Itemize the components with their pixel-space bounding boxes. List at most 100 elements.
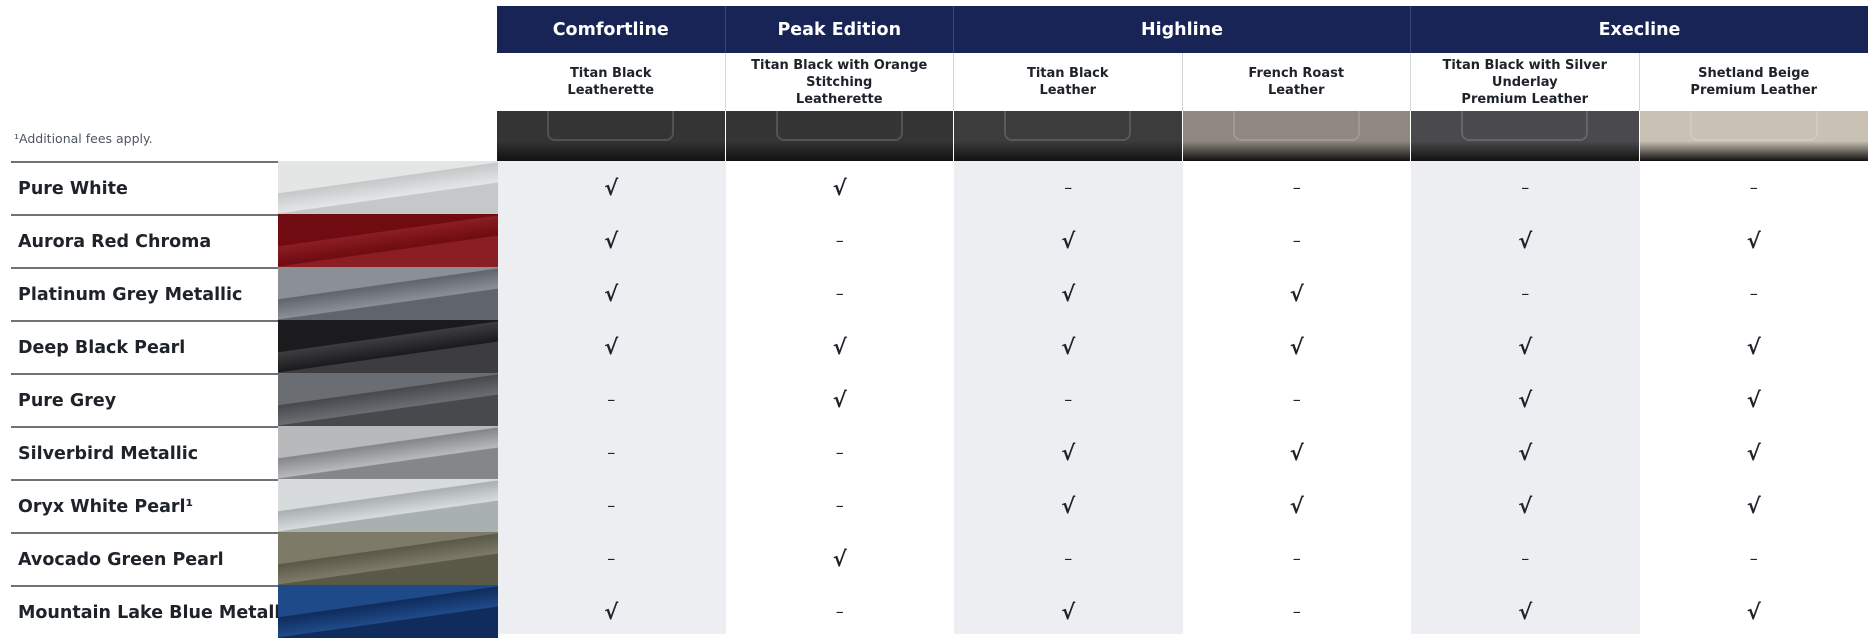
available-check: √: [1640, 320, 1868, 373]
color-name: Mountain Lake Blue Metallic: [18, 587, 273, 638]
interior-swatch: [1183, 111, 1412, 161]
paint-swatch: [278, 426, 498, 479]
not-available-dash: –: [954, 373, 1183, 426]
available-check: √: [954, 426, 1183, 479]
available-check: √: [726, 373, 955, 426]
color-name: Pure White: [18, 163, 273, 214]
available-check: √: [954, 320, 1183, 373]
seat-outline: [1690, 111, 1818, 141]
available-check: √: [726, 320, 955, 373]
available-check: √: [1183, 267, 1412, 320]
not-available-dash: –: [1640, 532, 1868, 585]
color-name: Silverbird Metallic: [18, 428, 273, 479]
color-row: Silverbird Metallic––√√√√: [0, 426, 1868, 479]
color-row: Platinum Grey Metallic√–√√––: [0, 267, 1868, 320]
available-check: √: [954, 585, 1183, 638]
interior-name: French Roast Leather: [1183, 53, 1412, 111]
interior-name: Titan Black with Orange Stitching Leathe…: [726, 53, 955, 111]
interior-swatch: [1640, 111, 1868, 161]
not-available-dash: –: [1640, 161, 1868, 214]
available-check: √: [954, 479, 1183, 532]
not-available-dash: –: [1411, 532, 1640, 585]
color-row: Pure White√√––––: [0, 161, 1868, 214]
not-available-dash: –: [954, 161, 1183, 214]
not-available-dash: –: [1183, 214, 1412, 267]
interior-name: Titan Black with Silver Underlay Premium…: [1411, 53, 1640, 111]
interior-swatch: [726, 111, 955, 161]
interior-swatch: [1411, 111, 1640, 161]
not-available-dash: –: [1640, 267, 1868, 320]
paint-swatch: [278, 320, 498, 373]
available-check: √: [1183, 479, 1412, 532]
not-available-dash: –: [726, 267, 955, 320]
seat-outline: [547, 111, 674, 141]
available-check: √: [726, 532, 955, 585]
trim-execline: Execline: [1411, 6, 1868, 53]
paint-swatch: [278, 214, 498, 267]
paint-swatch: [278, 479, 498, 532]
trim-header-row: ComfortlinePeak EditionHighlineExecline: [497, 6, 1868, 53]
available-check: √: [1640, 214, 1868, 267]
not-available-dash: –: [1411, 267, 1640, 320]
interior-name: Titan Black Leatherette: [497, 53, 726, 111]
color-name: Deep Black Pearl: [18, 322, 273, 373]
not-available-dash: –: [1183, 585, 1412, 638]
trim-peak-edition: Peak Edition: [726, 6, 955, 53]
available-check: √: [1411, 373, 1640, 426]
color-name: Pure Grey: [18, 375, 273, 426]
color-row: Aurora Red Chroma√–√–√√: [0, 214, 1868, 267]
not-available-dash: –: [726, 214, 955, 267]
color-name: Avocado Green Pearl: [18, 534, 273, 585]
available-check: √: [1411, 426, 1640, 479]
color-row: Oryx White Pearl¹––√√√√: [0, 479, 1868, 532]
color-name: Oryx White Pearl¹: [18, 481, 273, 532]
not-available-dash: –: [726, 426, 955, 479]
available-check: √: [726, 161, 955, 214]
trim-comfortline: Comfortline: [497, 6, 726, 53]
seat-outline: [776, 111, 903, 141]
available-check: √: [497, 320, 726, 373]
not-available-dash: –: [497, 426, 726, 479]
interior-swatches-row: [497, 111, 1868, 161]
available-check: √: [1640, 373, 1868, 426]
not-available-dash: –: [726, 479, 955, 532]
not-available-dash: –: [1183, 373, 1412, 426]
color-name: Platinum Grey Metallic: [18, 269, 273, 320]
color-row: Mountain Lake Blue Metallic√–√–√√: [0, 585, 1868, 638]
available-check: √: [1411, 214, 1640, 267]
not-available-dash: –: [497, 532, 726, 585]
color-row: Deep Black Pearl√√√√√√: [0, 320, 1868, 373]
available-check: √: [1411, 585, 1640, 638]
interior-name: Shetland Beige Premium Leather: [1640, 53, 1868, 111]
color-name: Aurora Red Chroma: [18, 216, 273, 267]
not-available-dash: –: [1183, 161, 1412, 214]
not-available-dash: –: [1411, 161, 1640, 214]
available-check: √: [1640, 585, 1868, 638]
available-check: √: [1640, 426, 1868, 479]
interior-name: Titan Black Leather: [954, 53, 1183, 111]
available-check: √: [1183, 320, 1412, 373]
available-check: √: [954, 214, 1183, 267]
available-check: √: [497, 214, 726, 267]
not-available-dash: –: [1183, 532, 1412, 585]
paint-swatch: [278, 585, 498, 638]
seat-outline: [1461, 111, 1588, 141]
available-check: √: [1411, 479, 1640, 532]
paint-swatch: [278, 267, 498, 320]
interior-names-row: Titan Black LeatheretteTitan Black with …: [497, 53, 1868, 111]
interior-swatch: [497, 111, 726, 161]
not-available-dash: –: [726, 585, 955, 638]
color-row: Pure Grey–√––√√: [0, 373, 1868, 426]
not-available-dash: –: [497, 373, 726, 426]
color-row: Avocado Green Pearl–√––––: [0, 532, 1868, 585]
trim-highline: Highline: [954, 6, 1411, 53]
available-check: √: [954, 267, 1183, 320]
available-check: √: [497, 585, 726, 638]
available-check: √: [497, 161, 726, 214]
not-available-dash: –: [497, 479, 726, 532]
footnote: ¹Additional fees apply.: [14, 131, 153, 146]
available-check: √: [1183, 426, 1412, 479]
not-available-dash: –: [954, 532, 1183, 585]
seat-outline: [1004, 111, 1131, 141]
paint-swatch: [278, 532, 498, 585]
